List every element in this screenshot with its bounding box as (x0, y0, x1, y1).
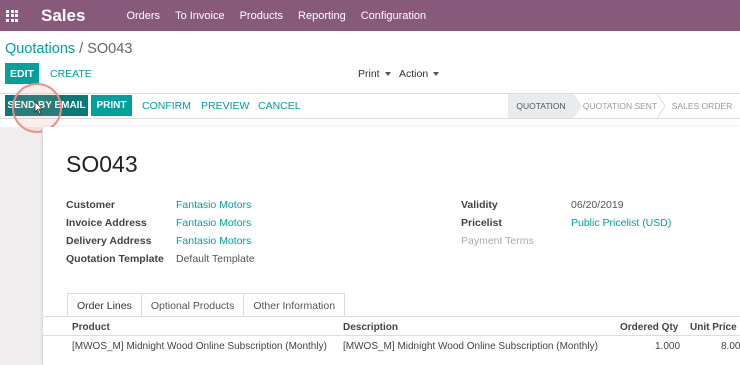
menu-item-reporting[interactable]: Reporting (298, 10, 346, 22)
validity-label: Validity (461, 199, 498, 211)
invoice-address-label: Invoice Address (66, 217, 147, 229)
header-divider (43, 335, 740, 336)
app-title[interactable]: Sales (41, 6, 85, 26)
column-header-description[interactable]: Description (343, 322, 398, 333)
preview-button[interactable]: PREVIEW (201, 100, 249, 112)
row-description: [MWOS_M] Midnight Wood Online Subscripti… (343, 341, 598, 352)
column-header-ordered-qty[interactable]: Ordered Qty (620, 322, 678, 333)
stage-quotation-sent[interactable]: QUOTATION SENT (582, 94, 658, 118)
create-button[interactable]: CREATE (50, 68, 92, 80)
notebook-tabs: Order Lines Optional Products Other Info… (67, 293, 346, 317)
column-header-product[interactable]: Product (72, 322, 110, 333)
customer-label: Customer (66, 199, 116, 211)
payment-terms-label: Payment Terms (461, 235, 534, 247)
main-menu: Orders To Invoice Products Reporting Con… (126, 10, 441, 22)
form-sheet: SO043 Customer Fantasio Motors Invoice A… (42, 127, 740, 365)
row-unit-price: 8.00 (721, 341, 740, 352)
document-title: SO043 (66, 151, 138, 177)
breadcrumb-current: SO043 (87, 41, 133, 57)
action-dropdown[interactable]: Action (399, 68, 440, 80)
validity-value: 06/20/2019 (571, 199, 624, 211)
stage-sales-order[interactable]: SALES ORDER (667, 94, 737, 118)
column-header-unit-price[interactable]: Unit Price (690, 322, 737, 333)
breadcrumb: Quotations / SO043 (5, 41, 132, 57)
quotation-template-value: Default Template (176, 253, 255, 265)
row-ordered-qty: 1.000 (655, 341, 681, 352)
top-navbar: Sales Orders To Invoice Products Reporti… (0, 0, 740, 31)
tab-other-information[interactable]: Other Information (243, 293, 346, 317)
delivery-address-label: Delivery Address (66, 235, 152, 247)
print-dropdown-label: Print (358, 68, 380, 80)
menu-item-to-invoice[interactable]: To Invoice (175, 10, 225, 22)
print-dropdown[interactable]: Print (358, 68, 391, 80)
tab-optional-products[interactable]: Optional Products (140, 293, 245, 317)
stage-quotation: QUOTATION (508, 94, 574, 118)
menu-item-orders[interactable]: Orders (126, 10, 160, 22)
breadcrumb-separator: / (75, 41, 88, 57)
customer-link[interactable]: Fantasio Motors (176, 199, 251, 211)
menu-item-products[interactable]: Products (240, 10, 283, 22)
tab-order-lines[interactable]: Order Lines (67, 293, 142, 317)
print-button[interactable]: PRINT (91, 95, 132, 116)
quotation-template-label: Quotation Template (66, 253, 164, 265)
invoice-address-link[interactable]: Fantasio Motors (176, 217, 251, 229)
cancel-button[interactable]: CANCEL (258, 100, 301, 112)
caret-down-icon (433, 72, 440, 77)
edit-button[interactable]: EDIT (5, 63, 39, 84)
confirm-button[interactable]: CONFIRM (142, 100, 191, 112)
stage-arrow (574, 94, 582, 118)
delivery-address-link[interactable]: Fantasio Motors (176, 235, 251, 247)
apps-menu-icon[interactable] (6, 9, 18, 22)
statusbar: SEND BY EMAIL PRINT CONFIRM PREVIEW CANC… (0, 93, 740, 119)
pricelist-link[interactable]: Public Pricelist (USD) (571, 217, 671, 229)
mouse-pointer-icon (34, 101, 44, 115)
caret-down-icon (384, 72, 391, 77)
breadcrumb-quotations[interactable]: Quotations (5, 41, 75, 57)
row-product: [MWOS_M] Midnight Wood Online Subscripti… (72, 341, 327, 352)
pricelist-label: Pricelist (461, 217, 502, 229)
action-dropdown-label: Action (399, 68, 429, 80)
tab-divider (43, 316, 740, 317)
menu-item-configuration[interactable]: Configuration (361, 10, 426, 22)
